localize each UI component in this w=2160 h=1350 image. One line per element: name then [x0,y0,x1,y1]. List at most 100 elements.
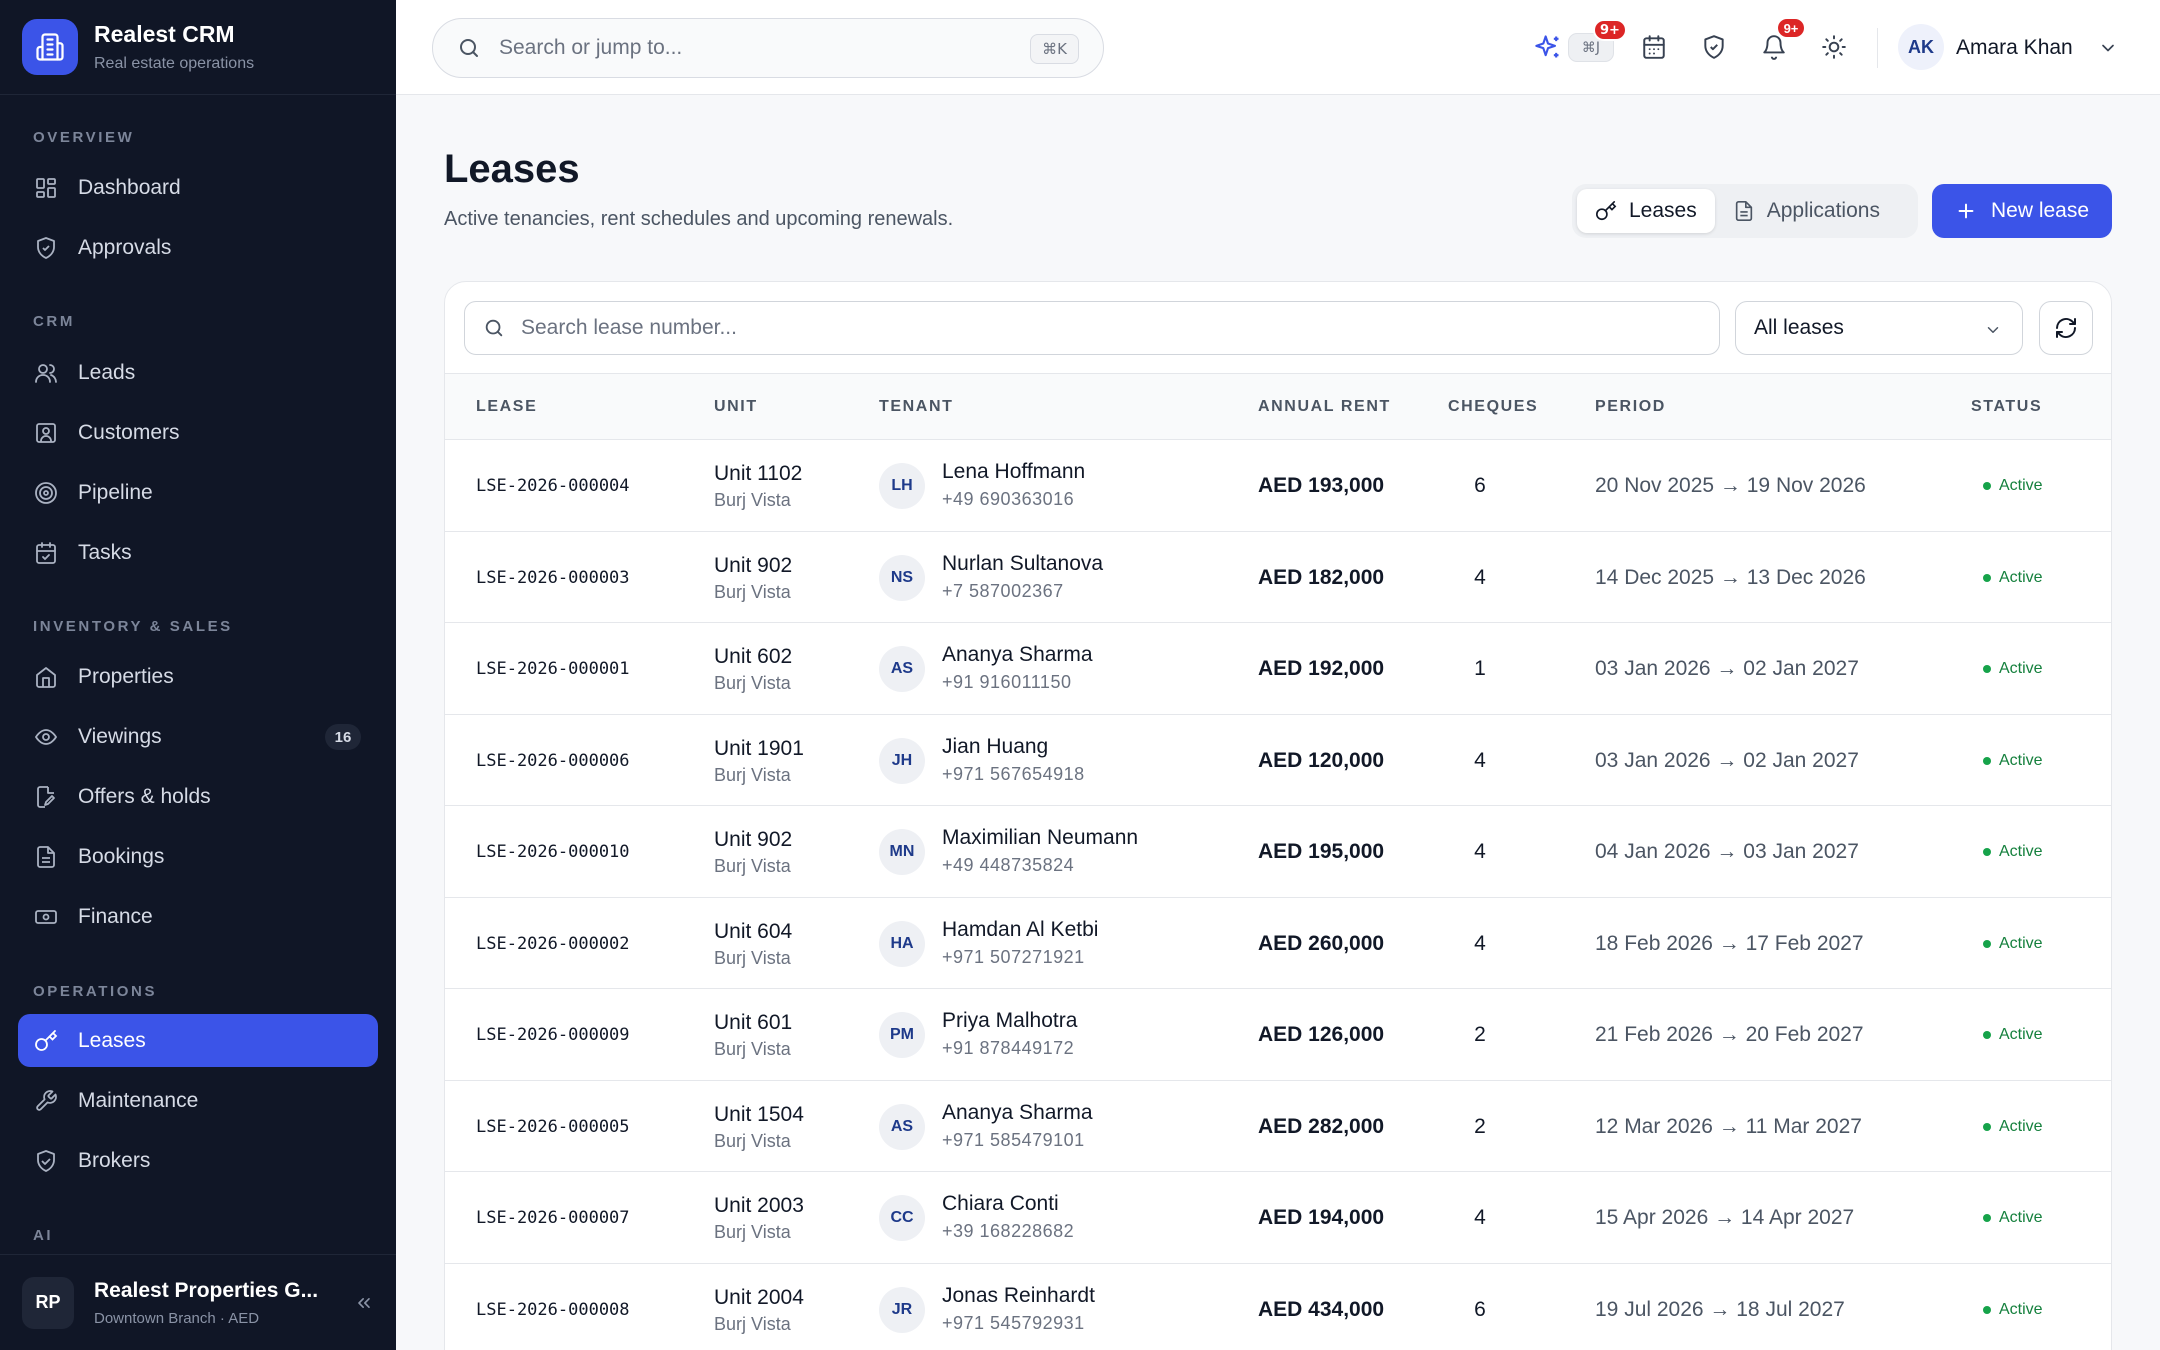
col-unit[interactable]: UNIT [714,398,758,416]
file-text-icon [33,844,59,870]
sidebar-item-customers[interactable]: Customers [18,406,378,459]
table-row[interactable]: LSE-2026-000010 Unit 902 Burj Vista MN Maxim… [445,806,2111,898]
table-row[interactable]: LSE-2026-000003 Unit 902 Burj Vista NS Nurla… [445,532,2111,623]
col-lease[interactable]: LEASE [476,398,537,416]
sidebar-item-approvals[interactable]: Approvals [18,221,378,274]
table-row[interactable]: LSE-2026-000005 Unit 1504 Burj Vista AS Anan… [445,1081,2111,1172]
lease-number[interactable]: LSE-2026-000004 [476,476,630,496]
col-period[interactable]: PERIOD [1595,398,1666,416]
chevron-down-icon[interactable] [2098,38,2118,58]
brand-subtitle: Real estate operations [94,55,255,72]
annual-rent: AED 182,000 [1258,565,1385,589]
table-row[interactable]: LSE-2026-000004 Unit 1102 Burj Vista LH Lena… [445,440,2111,532]
cheques-count: 4 [1474,565,1486,589]
col-cheques[interactable]: CHEQUES [1448,398,1538,416]
search-icon [457,36,481,60]
organization-switcher[interactable]: RP Realest Properties G... Downtown Bran… [0,1254,396,1350]
status-label: Active [1999,660,2043,677]
sidebar-item-label: Approvals [78,235,172,259]
brand[interactable]: Realest CRM Real estate operations [0,0,396,95]
cheques-count: 4 [1474,840,1486,863]
sidebar-item-maintenance[interactable]: Maintenance [18,1074,378,1127]
status-badge: Active [1983,569,2043,587]
col-status[interactable]: STATUS [1971,398,2042,416]
calendar-icon [1641,34,1667,60]
theme-toggle[interactable] [1816,29,1852,65]
sidebar-item-brokers[interactable]: Brokers [18,1134,378,1187]
col-annual-rent[interactable]: ANNUAL RENT [1258,398,1391,416]
lease-number[interactable]: LSE-2026-000005 [476,1117,630,1137]
refresh-button[interactable] [2039,301,2093,355]
user-name[interactable]: Amara Khan [1956,36,2073,60]
key-icon [33,1028,59,1054]
lease-number[interactable]: LSE-2026-000002 [476,934,630,954]
lease-number[interactable]: LSE-2026-000006 [476,751,630,771]
tenant-name: Priya Malhotra [942,1009,1078,1032]
lease-number[interactable]: LSE-2026-000007 [476,1208,630,1228]
unit-name: Unit 1901 [714,736,804,760]
sidebar-item-bookings[interactable]: Bookings [18,830,378,883]
sidebar-item-finance[interactable]: Finance [18,890,378,943]
sidebar-item-offers[interactable]: Offers & holds [18,770,378,823]
collapse-sidebar-icon[interactable] [354,1293,374,1313]
status-dot [1983,573,1991,582]
lease-number[interactable]: LSE-2026-000001 [476,659,630,679]
new-lease-button[interactable]: New lease [1932,184,2112,238]
lease-number[interactable]: LSE-2026-000010 [476,842,630,862]
table-row[interactable]: LSE-2026-000007 Unit 2003 Burj Vista CC Chia… [445,1172,2111,1264]
tab-leases[interactable]: Leases [1577,189,1715,233]
lease-period: 18 Feb 2026 → 17 Feb 2027 [1595,931,1864,955]
status-badge: Active [1983,1301,2043,1319]
lease-number[interactable]: LSE-2026-000009 [476,1025,630,1045]
file-text-icon [1733,200,1767,222]
security-button[interactable] [1696,29,1732,65]
calendar-button[interactable] [1636,29,1672,65]
table-row[interactable]: LSE-2026-000009 Unit 601 Burj Vista PM Priya… [445,989,2111,1081]
sidebar-item-leases[interactable]: Leases [18,1014,378,1067]
page-subtitle: Active tenancies, rent schedules and upc… [444,208,954,230]
sidebar-item-leads[interactable]: Leads [18,346,378,399]
ai-shortcut[interactable]: ⌘J 9+ [1568,19,1627,62]
lease-search-input[interactable]: Search lease number... [464,301,1720,355]
status-dot [1983,939,1991,948]
lease-number[interactable]: LSE-2026-000003 [476,568,630,588]
status-dot [1983,665,1991,673]
dashboard-icon [33,175,59,201]
tenant-phone: +971 585479101 [942,1129,1085,1150]
status-dot [1983,482,1991,490]
status-dot [1983,1214,1991,1222]
sidebar-item-label: Finance [78,904,153,928]
sidebar-item-pipeline[interactable]: Pipeline [18,466,378,519]
lease-number[interactable]: LSE-2026-000008 [476,1300,630,1320]
sidebar-item-dashboard[interactable]: Dashboard [18,161,378,214]
cheques-count: 4 [1474,748,1486,772]
user-avatar[interactable]: AK [1898,24,1944,70]
table-row[interactable]: LSE-2026-000001 Unit 602 Burj Vista AS Anany… [445,623,2111,715]
table-row[interactable]: LSE-2026-000002 Unit 604 Burj Vista HA Hamda… [445,898,2111,989]
sparkles-icon [1534,33,1562,61]
building-name: Burj Vista [714,490,791,510]
section-ai: AI [33,1227,54,1244]
table-row[interactable]: LSE-2026-000008 Unit 2004 Burj Vista JR Jona… [445,1264,2111,1350]
col-tenant[interactable]: TENANT [879,398,953,416]
lease-filter-select[interactable]: All leases [1735,301,2023,355]
sidebar-item-tasks[interactable]: Tasks [18,526,378,579]
ai-assistant-button[interactable] [1530,29,1566,65]
lease-period: 21 Feb 2026 → 20 Feb 2027 [1595,1023,1864,1046]
building-name: Burj Vista [714,1039,791,1059]
sidebar-item-viewings[interactable]: Viewings 16 [18,710,378,763]
search-icon [483,317,505,339]
notifications-button[interactable]: 9+ [1756,17,1806,65]
global-search[interactable]: Search or jump to... ⌘K [432,18,1104,78]
select-value: All leases [1754,316,1844,339]
tenant-phone: +971 567654918 [942,763,1085,784]
sidebar-item-properties[interactable]: Properties [18,650,378,703]
search-placeholder: Search or jump to... [499,36,683,59]
home-icon [33,664,59,690]
lease-period: 03 Jan 2026 → 02 Jan 2027 [1595,748,1859,772]
table-row[interactable]: LSE-2026-000006 Unit 1901 Burj Vista JH Jian… [445,715,2111,806]
banknote-icon [33,904,59,930]
users-icon [33,360,59,386]
tab-applications[interactable]: Applications [1715,189,1898,233]
building-name: Burj Vista [714,947,791,968]
